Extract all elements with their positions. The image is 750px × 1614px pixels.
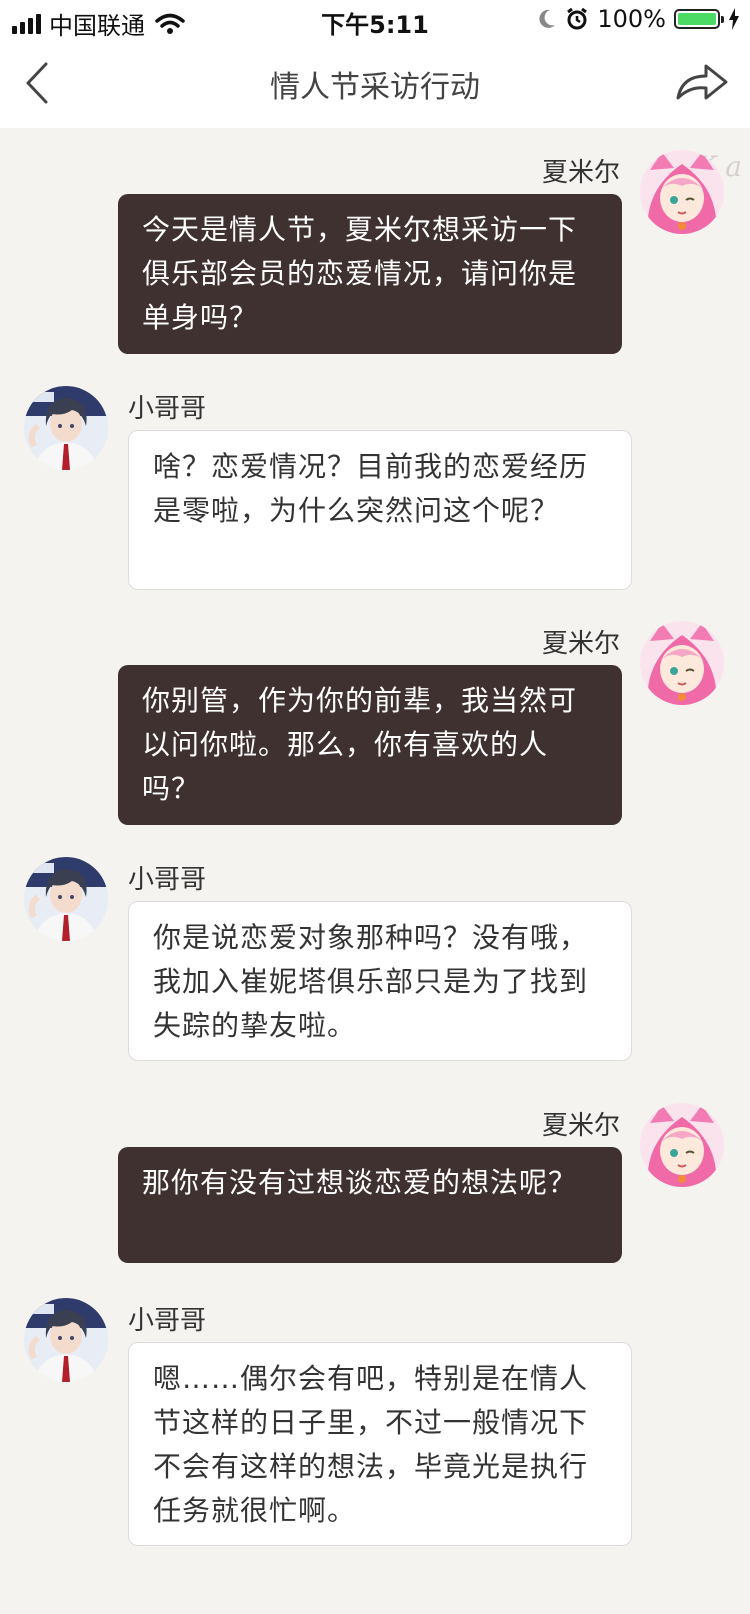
message-bubble[interactable]: 你是说恋爱对象那种吗？没有哦，我加入崔妮塔俱乐部只是为了找到失踪的挚友啦。 [128,901,632,1061]
status-right-group: 100% [537,5,740,33]
message-bubble[interactable]: 今天是情人节，夏米尔想采访一下俱乐部会员的恋爱情况，请问你是单身吗？ [118,194,622,354]
sender-name: 夏米尔 [541,629,620,659]
moon-icon [539,9,556,28]
sender-name: 小哥哥 [128,394,207,424]
alarm-icon [567,7,588,30]
avatar-xiaogege[interactable] [24,1298,108,1382]
message-bubble[interactable]: 嗯……偶尔会有吧，特别是在情人节这样的日子里，不过一般情况下不会有这样的想法，毕… [128,1342,632,1546]
page-title: 情人节采访行动 [270,70,480,105]
sender-name: 小哥哥 [128,1306,207,1336]
avatar-xiamier[interactable] [640,1103,724,1187]
avatar-xiamier[interactable] [640,621,724,705]
navigation-bar: 情人节采访行动 [0,40,750,128]
share-button[interactable] [674,58,730,108]
message-bubble[interactable]: 你别管，作为你的前辈，我当然可以问你啦。那么，你有喜欢的人吗？ [118,665,622,825]
sender-name: 小哥哥 [128,865,207,895]
avatar-xiamier[interactable] [640,150,724,234]
battery-percent: 100% [597,5,666,33]
sender-name: 夏米尔 [541,1111,620,1141]
avatar-xiaogege[interactable] [24,857,108,941]
sender-name: 夏米尔 [541,158,620,188]
avatar-xiaogege[interactable] [24,386,108,470]
battery-fill [678,13,716,25]
message-bubble[interactable]: 啥？恋爱情况？目前我的恋爱经历是零啦，为什么突然问这个呢？ [128,430,632,590]
message-bubble[interactable]: 那你有没有过想谈恋爱的想法呢？ [118,1147,622,1263]
chat-area: 夏米尔 今天是情人节，夏米尔想采访一下俱乐部会员的恋爱情况，请问你是单身吗？ 小哥哥… [0,128,750,1614]
charging-icon [729,8,739,30]
battery-icon [674,9,724,29]
status-bar: 中国联通 下午5:11 100% [0,0,750,40]
